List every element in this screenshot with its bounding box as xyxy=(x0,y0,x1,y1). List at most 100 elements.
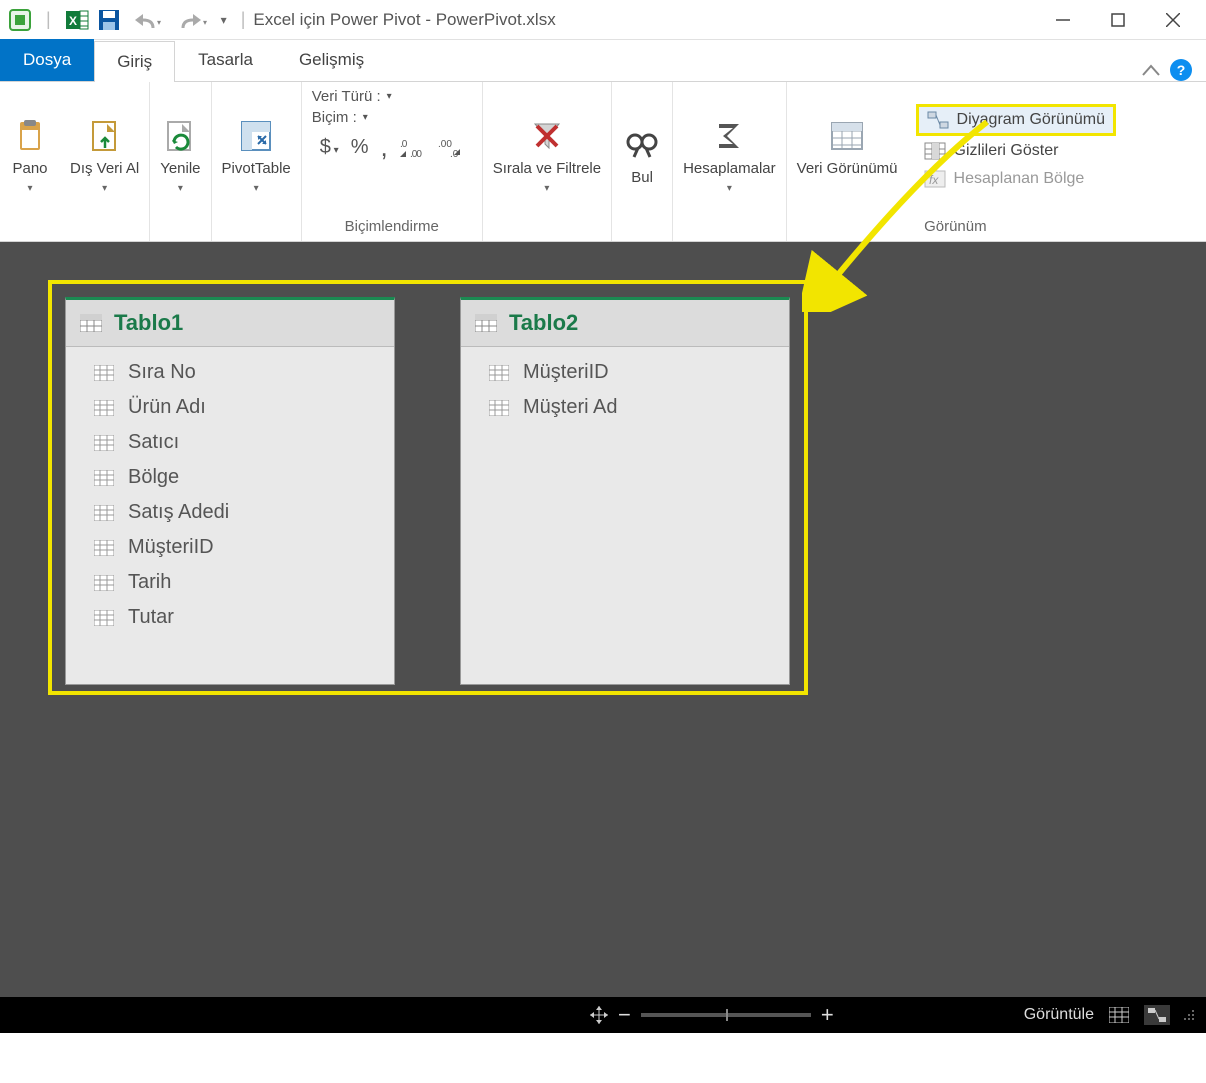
move-icon[interactable] xyxy=(590,1006,608,1024)
dataview-label: Veri Görünümü xyxy=(797,160,898,177)
refresh-label: Yenile xyxy=(160,160,200,177)
svg-text:▾: ▾ xyxy=(157,18,161,27)
clipboard-label: Pano xyxy=(12,160,47,177)
column-item[interactable]: MüşteriID xyxy=(94,530,394,565)
find-button[interactable]: Bul xyxy=(612,121,672,192)
refresh-button[interactable]: Yenile▾ xyxy=(150,112,210,201)
resize-grip-icon[interactable] xyxy=(1182,1008,1196,1022)
get-external-data-button[interactable]: Dış Veri Al▾ xyxy=(60,112,149,201)
qat-separator: | xyxy=(46,9,51,30)
table-name: Tablo1 xyxy=(114,310,183,336)
svg-text:▾: ▾ xyxy=(203,18,207,27)
diagram-mode-icon[interactable] xyxy=(1144,1005,1170,1025)
grid-mode-icon[interactable] xyxy=(1106,1005,1132,1025)
window-controls xyxy=(1035,0,1200,40)
table-card-tablo2[interactable]: Tablo2 MüşteriID Müşteri Ad xyxy=(460,297,790,685)
increase-decimal-button[interactable]: .0.00 xyxy=(400,137,426,159)
undo-icon[interactable]: ▾ xyxy=(127,6,167,34)
zoom-in-button[interactable]: + xyxy=(821,1002,834,1028)
title-separator: | xyxy=(241,9,246,30)
collapse-ribbon-icon[interactable] xyxy=(1142,64,1160,76)
column-icon xyxy=(94,505,114,521)
window-title: Excel için Power Pivot - PowerPivot.xlsx xyxy=(253,10,555,30)
calculations-button[interactable]: Hesaplamalar▾ xyxy=(673,112,786,201)
clipboard-button[interactable]: Pano▾ xyxy=(0,112,60,201)
column-item[interactable]: Sıra No xyxy=(94,355,394,390)
table-columns: MüşteriID Müşteri Ad xyxy=(461,347,789,439)
tab-file[interactable]: Dosya xyxy=(0,39,94,81)
column-item[interactable]: Satış Adedi xyxy=(94,495,394,530)
svg-text:X: X xyxy=(69,14,77,28)
zoom-slider[interactable] xyxy=(641,1013,811,1017)
column-item[interactable]: Bölge xyxy=(94,460,394,495)
svg-text:.0: .0 xyxy=(400,139,408,150)
datatype-dropdown[interactable]: Veri Türü : ▾ xyxy=(312,88,392,105)
column-item[interactable]: Müşteri Ad xyxy=(489,390,789,425)
column-item[interactable]: Satıcı xyxy=(94,425,394,460)
currency-button[interactable]: $ ▾ xyxy=(320,136,339,159)
show-hidden-button[interactable]: Gizlileri Göster xyxy=(916,138,1117,164)
minimize-button[interactable] xyxy=(1035,0,1090,40)
tab-design[interactable]: Tasarla xyxy=(175,39,276,81)
column-icon xyxy=(94,365,114,381)
table-card-tablo1[interactable]: Tablo1 Sıra No Ürün Adı Satıcı Bölge Sat… xyxy=(65,297,395,685)
format-dropdown[interactable]: Biçim : ▾ xyxy=(312,109,392,126)
table-header[interactable]: Tablo2 xyxy=(461,300,789,347)
column-icon xyxy=(94,575,114,591)
column-icon xyxy=(94,470,114,486)
formatting-group-label: Biçimlendirme xyxy=(302,214,482,241)
diagram-canvas[interactable]: Tablo1 Sıra No Ürün Adı Satıcı Bölge Sat… xyxy=(0,242,1206,997)
calculation-area-button[interactable]: fx Hesaplanan Bölge xyxy=(916,166,1117,192)
sortfilter-label: Sırala ve Filtrele xyxy=(493,160,601,177)
redo-icon[interactable]: ▾ xyxy=(171,6,211,34)
table-icon xyxy=(475,314,497,332)
qat-customize-icon[interactable]: ▾ xyxy=(215,6,233,34)
display-label: Görüntüle xyxy=(1024,1006,1094,1024)
pivottable-button[interactable]: PivotTable▾ xyxy=(212,112,301,201)
quick-access-toolbar: | X ▾ ▾ ▾ xyxy=(6,6,233,34)
data-view-button[interactable]: Veri Görünümü xyxy=(787,112,908,183)
column-icon xyxy=(489,400,509,416)
pivot-label: PivotTable xyxy=(222,160,291,177)
save-icon[interactable] xyxy=(95,6,123,34)
tab-home[interactable]: Giriş xyxy=(94,41,175,82)
percent-button[interactable]: % xyxy=(351,136,369,159)
column-icon xyxy=(489,365,509,381)
table-icon xyxy=(80,314,102,332)
svg-text:.00: .00 xyxy=(410,149,422,159)
column-icon xyxy=(94,435,114,451)
column-item[interactable]: Ürün Adı xyxy=(94,390,394,425)
calcarea-label: Hesaplanan Bölge xyxy=(954,170,1085,188)
zoom-out-button[interactable]: − xyxy=(618,1002,631,1028)
table-header[interactable]: Tablo1 xyxy=(66,300,394,347)
titlebar: | X ▾ ▾ ▾ | Excel için Power Pivot - Pow… xyxy=(0,0,1206,40)
column-icon xyxy=(94,540,114,556)
maximize-button[interactable] xyxy=(1090,0,1145,40)
sort-filter-button[interactable]: Sırala ve Filtrele▾ xyxy=(483,112,611,201)
ribbon-tabs: Dosya Giriş Tasarla Gelişmiş ? xyxy=(0,40,1206,82)
zoom-control[interactable]: − + xyxy=(590,1002,834,1028)
table-columns: Sıra No Ürün Adı Satıcı Bölge Satış Aded… xyxy=(66,347,394,649)
column-icon xyxy=(94,400,114,416)
tab-advanced[interactable]: Gelişmiş xyxy=(276,39,387,81)
ribbon: Pano▾ Dış Veri Al▾ Yenile▾ PivotTable▾ V… xyxy=(0,82,1206,242)
column-item[interactable]: MüşteriID xyxy=(489,355,789,390)
svg-text:fx: fx xyxy=(929,173,939,187)
column-item[interactable]: Tutar xyxy=(94,600,394,635)
diagram-view-button[interactable]: Diyagram Görünümü xyxy=(916,104,1117,136)
diagram-label: Diyagram Görünümü xyxy=(957,111,1106,129)
decrease-decimal-button[interactable]: .00.0 xyxy=(438,137,464,159)
excel-icon[interactable]: X xyxy=(63,6,91,34)
thousands-button[interactable]: , xyxy=(380,132,387,163)
column-icon xyxy=(94,610,114,626)
hidden-label: Gizlileri Göster xyxy=(954,142,1059,160)
get-data-label: Dış Veri Al xyxy=(70,160,139,177)
app-icon[interactable] xyxy=(6,6,34,34)
statusbar: − + Görüntüle xyxy=(0,997,1206,1033)
view-group-label: Görünüm xyxy=(787,214,1124,241)
column-item[interactable]: Tarih xyxy=(94,565,394,600)
find-label: Bul xyxy=(631,169,653,186)
help-button[interactable]: ? xyxy=(1170,59,1192,81)
table-name: Tablo2 xyxy=(509,310,578,336)
close-button[interactable] xyxy=(1145,0,1200,40)
